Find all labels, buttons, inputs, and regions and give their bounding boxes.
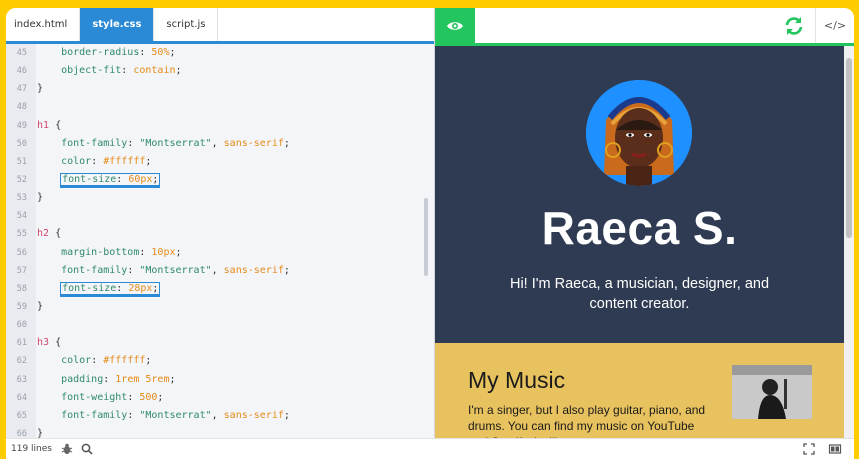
line-number: 63 — [16, 374, 27, 385]
code-text: color: #ffffff; — [37, 155, 152, 167]
code-text: padding: 1rem 5rem; — [37, 373, 176, 385]
code-line[interactable]: 49 h1 { — [6, 117, 434, 135]
code-editor: index.html style.css script.js 45 border… — [6, 8, 434, 438]
code-line[interactable]: 45 border-radius: 50%; — [6, 44, 434, 62]
fullscreen-icon[interactable] — [802, 442, 816, 456]
preview-scrollbar[interactable] — [844, 46, 854, 438]
code-line[interactable]: 60 — [6, 316, 434, 334]
code-line[interactable]: 54 — [6, 207, 434, 225]
line-number: 57 — [16, 265, 27, 276]
code-text: } — [37, 192, 44, 204]
code-text: font-size: 28px; — [37, 280, 161, 298]
line-number: 62 — [16, 356, 27, 367]
line-number: 46 — [16, 66, 27, 77]
line-number: 65 — [16, 410, 27, 421]
refresh-icon — [785, 17, 803, 35]
line-number: 48 — [16, 102, 27, 113]
line-number: 64 — [16, 392, 27, 403]
code-text: h1 { — [37, 119, 62, 131]
preview-toolbar: </> — [435, 8, 854, 46]
code-line[interactable]: 65 font-family: "Montserrat", sans-serif… — [6, 407, 434, 425]
file-tabs: index.html style.css script.js — [6, 8, 434, 44]
code-icon: </> — [823, 19, 847, 32]
hero-name: Raeca S. — [541, 202, 738, 254]
hero-section: Raeca S. Hi! I'm Raeca, a musician, desi… — [435, 46, 844, 343]
bug-icon[interactable] — [60, 442, 74, 456]
code-text: font-family: "Montserrat", sans-serif; — [37, 264, 290, 276]
code-text: object-fit: contain; — [37, 65, 182, 77]
code-line[interactable]: 57 font-family: "Montserrat", sans-serif… — [6, 262, 434, 280]
code-line[interactable]: 56 margin-bottom: 10px; — [6, 244, 434, 262]
line-number: 45 — [16, 48, 27, 58]
line-number: 58 — [16, 283, 27, 294]
code-line[interactable]: 51 color: #ffffff; — [6, 153, 434, 171]
code-area[interactable]: 45 border-radius: 50%; 46 object-fit: con… — [6, 44, 434, 438]
code-text: color: #ffffff; — [37, 355, 152, 367]
code-line[interactable]: 53} — [6, 189, 434, 207]
website-preview: Raeca S. Hi! I'm Raeca, a musician, desi… — [435, 46, 844, 438]
eye-icon — [447, 21, 463, 30]
line-count: 119 lines — [11, 444, 52, 454]
search-icon[interactable] — [80, 442, 94, 456]
code-line[interactable]: 46 object-fit: contain; — [6, 62, 434, 80]
code-text: font-family: "Montserrat", sans-serif; — [37, 137, 290, 149]
avatar — [586, 80, 692, 186]
status-bar: 119 lines — [6, 438, 854, 459]
code-line[interactable]: 47} — [6, 80, 434, 98]
code-text: h3 { — [37, 337, 62, 349]
line-number: 51 — [16, 156, 27, 167]
hero-subtitle: Hi! I'm Raeca, a musician, designer, and… — [509, 276, 770, 312]
music-description: I'm a singer, but I also play guitar, pi… — [468, 403, 706, 438]
refresh-button[interactable] — [781, 13, 807, 39]
music-photo — [732, 365, 812, 419]
code-line[interactable]: 62 color: #ffffff; — [6, 352, 434, 370]
line-number: 50 — [16, 138, 27, 149]
code-line[interactable]: 50 font-family: "Montserrat", sans-serif… — [6, 135, 434, 153]
code-line[interactable]: 52 font-size: 60px; — [6, 171, 434, 189]
line-number: 47 — [16, 84, 27, 95]
code-text: } — [37, 427, 44, 438]
tab-index-html[interactable]: index.html — [6, 8, 81, 41]
highlighted-code: font-size: 60px; — [60, 172, 161, 188]
code-text: } — [37, 83, 44, 95]
code-text: font-family: "Montserrat", sans-serif; — [37, 409, 290, 421]
preview-toggle-button[interactable] — [435, 8, 475, 43]
tab-style-css[interactable]: style.css — [80, 8, 155, 41]
line-number: 52 — [16, 174, 27, 185]
preview-scrollbar-thumb[interactable] — [846, 58, 852, 238]
code-text: font-weight: 500; — [37, 391, 164, 403]
code-text: } — [37, 300, 44, 312]
code-line[interactable]: 59} — [6, 298, 434, 316]
code-text: h2 { — [37, 228, 62, 240]
code-line[interactable]: 61 h3 { — [6, 334, 434, 352]
editor-scrollbar[interactable] — [424, 198, 428, 276]
code-line[interactable]: 66} — [6, 425, 434, 438]
code-text: margin-bottom: 10px; — [37, 246, 182, 258]
line-number: 53 — [16, 193, 27, 204]
app-frame: index.html style.css script.js 45 border… — [6, 8, 854, 459]
music-section: My Music I'm a singer, but I also play g… — [435, 343, 844, 438]
line-number: 55 — [16, 229, 27, 240]
line-number: 66 — [16, 428, 27, 438]
avatar-illustration — [586, 80, 692, 186]
line-number: 61 — [16, 338, 27, 349]
line-number: 49 — [16, 120, 27, 131]
code-line[interactable]: 55 h2 { — [6, 225, 434, 243]
tab-script-js[interactable]: script.js — [154, 8, 219, 41]
line-number: 56 — [16, 247, 27, 258]
line-number: 60 — [16, 320, 27, 331]
code-line[interactable]: 64 font-weight: 500; — [6, 389, 434, 407]
line-number: 59 — [16, 301, 27, 312]
code-line[interactable]: 63 padding: 1rem 5rem; — [6, 371, 434, 389]
code-line[interactable]: 58 font-size: 28px; — [6, 280, 434, 298]
view-code-button[interactable]: </> — [815, 8, 854, 43]
music-title: My Music — [468, 367, 566, 393]
layout-icon[interactable] — [828, 442, 842, 456]
code-text: border-radius: 50%; — [37, 47, 176, 58]
highlighted-code: font-size: 28px; — [60, 281, 161, 297]
line-number: 54 — [16, 211, 27, 222]
code-text: font-size: 60px; — [37, 171, 161, 189]
code-line[interactable]: 48 — [6, 98, 434, 116]
